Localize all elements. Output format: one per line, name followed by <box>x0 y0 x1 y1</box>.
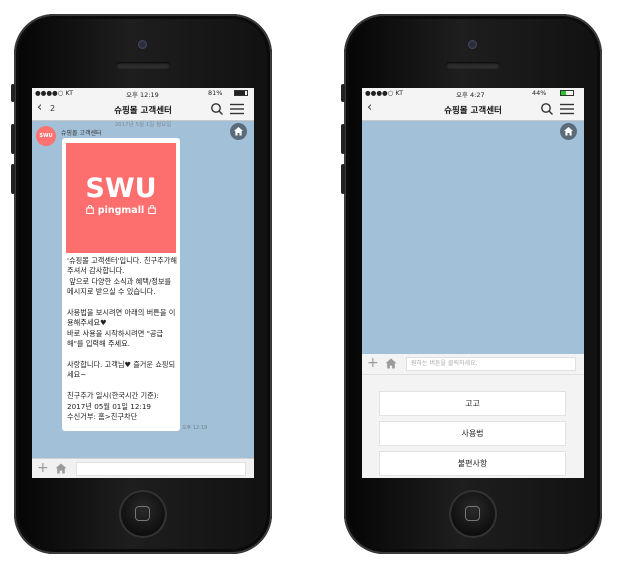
home-icon[interactable] <box>385 358 397 369</box>
nav-bar: ‹ 슈핑몰 고객센터 <box>362 98 584 121</box>
message-input[interactable] <box>76 462 246 476</box>
status-bar: ●●●●○ KT 오후 4:27 44% <box>362 88 584 99</box>
home-shortcut-button[interactable] <box>230 123 247 140</box>
front-camera <box>468 40 477 49</box>
status-bar: ●●●●○ KT 오후 12:19 81% <box>32 88 254 99</box>
nav-bar: ‹ 2 슈핑몰 고객센터 <box>32 98 254 121</box>
avatar[interactable]: SWU <box>36 126 56 146</box>
earpiece-speaker <box>446 62 500 69</box>
screen: ●●●●○ KT 오후 4:27 44% ‹ 슈핑몰 고객센터 + 원하는 버튼… <box>362 88 584 478</box>
input-bar: + <box>32 458 254 478</box>
battery-percent: 81% <box>208 89 223 97</box>
search-icon[interactable] <box>210 102 224 116</box>
mute-switch <box>11 84 15 102</box>
screen: ●●●●○ KT 오후 12:19 81% ‹ 2 슈핑몰 고객센터 2017년… <box>32 88 254 478</box>
plus-icon[interactable]: + <box>367 355 379 371</box>
home-icon <box>564 127 573 136</box>
input-bar: + 원하는 버튼을 클릭하세요. <box>362 354 584 375</box>
message-input[interactable]: 원하는 버튼을 클릭하세요. <box>406 357 576 371</box>
volume-down-button <box>341 164 345 194</box>
phone-left: ●●●●○ KT 오후 12:19 81% ‹ 2 슈핑몰 고객센터 2017년… <box>11 14 272 554</box>
date-divider: 2017년 5월 1일 월요일 <box>114 122 172 128</box>
complaint-button[interactable]: 불편사항 <box>379 451 566 476</box>
shopping-bag-icon <box>86 204 95 214</box>
message-text: '슈핑몰 고객센터'입니다. 친구추가해 주셔서 감사합니다. 앞으로 다양한 … <box>67 256 177 422</box>
message-time: 오후 12:19 <box>182 425 208 431</box>
mute-switch <box>341 84 345 102</box>
carrier-text: ●●●●○ KT <box>365 89 404 97</box>
go-button[interactable]: 고고 <box>379 391 566 416</box>
plus-icon[interactable]: + <box>37 460 49 476</box>
carrier-text: ●●●●○ KT <box>35 89 74 97</box>
sender-name: 슈핑몰 고객센터 <box>61 130 102 137</box>
shopping-bag-icon <box>147 204 156 214</box>
search-icon[interactable] <box>540 102 554 116</box>
battery-icon <box>560 90 574 96</box>
hardware-home-button[interactable] <box>119 490 167 538</box>
home-shortcut-button[interactable] <box>560 123 577 140</box>
home-icon <box>234 127 243 136</box>
brand-logo-image[interactable]: SWU pingmall <box>66 143 176 253</box>
message-bubble: SWU pingmall '슈핑몰 고객센터'입니다. 친구추가해 주셔서 감사… <box>62 138 180 431</box>
logo-main-text: SWU <box>85 173 157 204</box>
volume-up-button <box>11 124 15 154</box>
how-to-use-button[interactable]: 사용법 <box>379 421 566 446</box>
button-panel: + 원하는 버튼을 클릭하세요. 고고 사용법 불편사항 <box>362 354 584 478</box>
logo-sub-text: pingmall <box>66 204 176 216</box>
battery-icon <box>234 90 248 96</box>
volume-up-button <box>341 124 345 154</box>
home-icon[interactable] <box>55 463 67 474</box>
front-camera <box>138 40 147 49</box>
volume-down-button <box>11 164 15 194</box>
menu-icon[interactable] <box>230 103 244 115</box>
battery-percent: 44% <box>532 89 547 97</box>
earpiece-speaker <box>116 62 170 69</box>
hardware-home-button[interactable] <box>449 490 497 538</box>
menu-icon[interactable] <box>560 103 574 115</box>
phone-right: ●●●●○ KT 오후 4:27 44% ‹ 슈핑몰 고객센터 + 원하는 버튼… <box>341 14 602 554</box>
